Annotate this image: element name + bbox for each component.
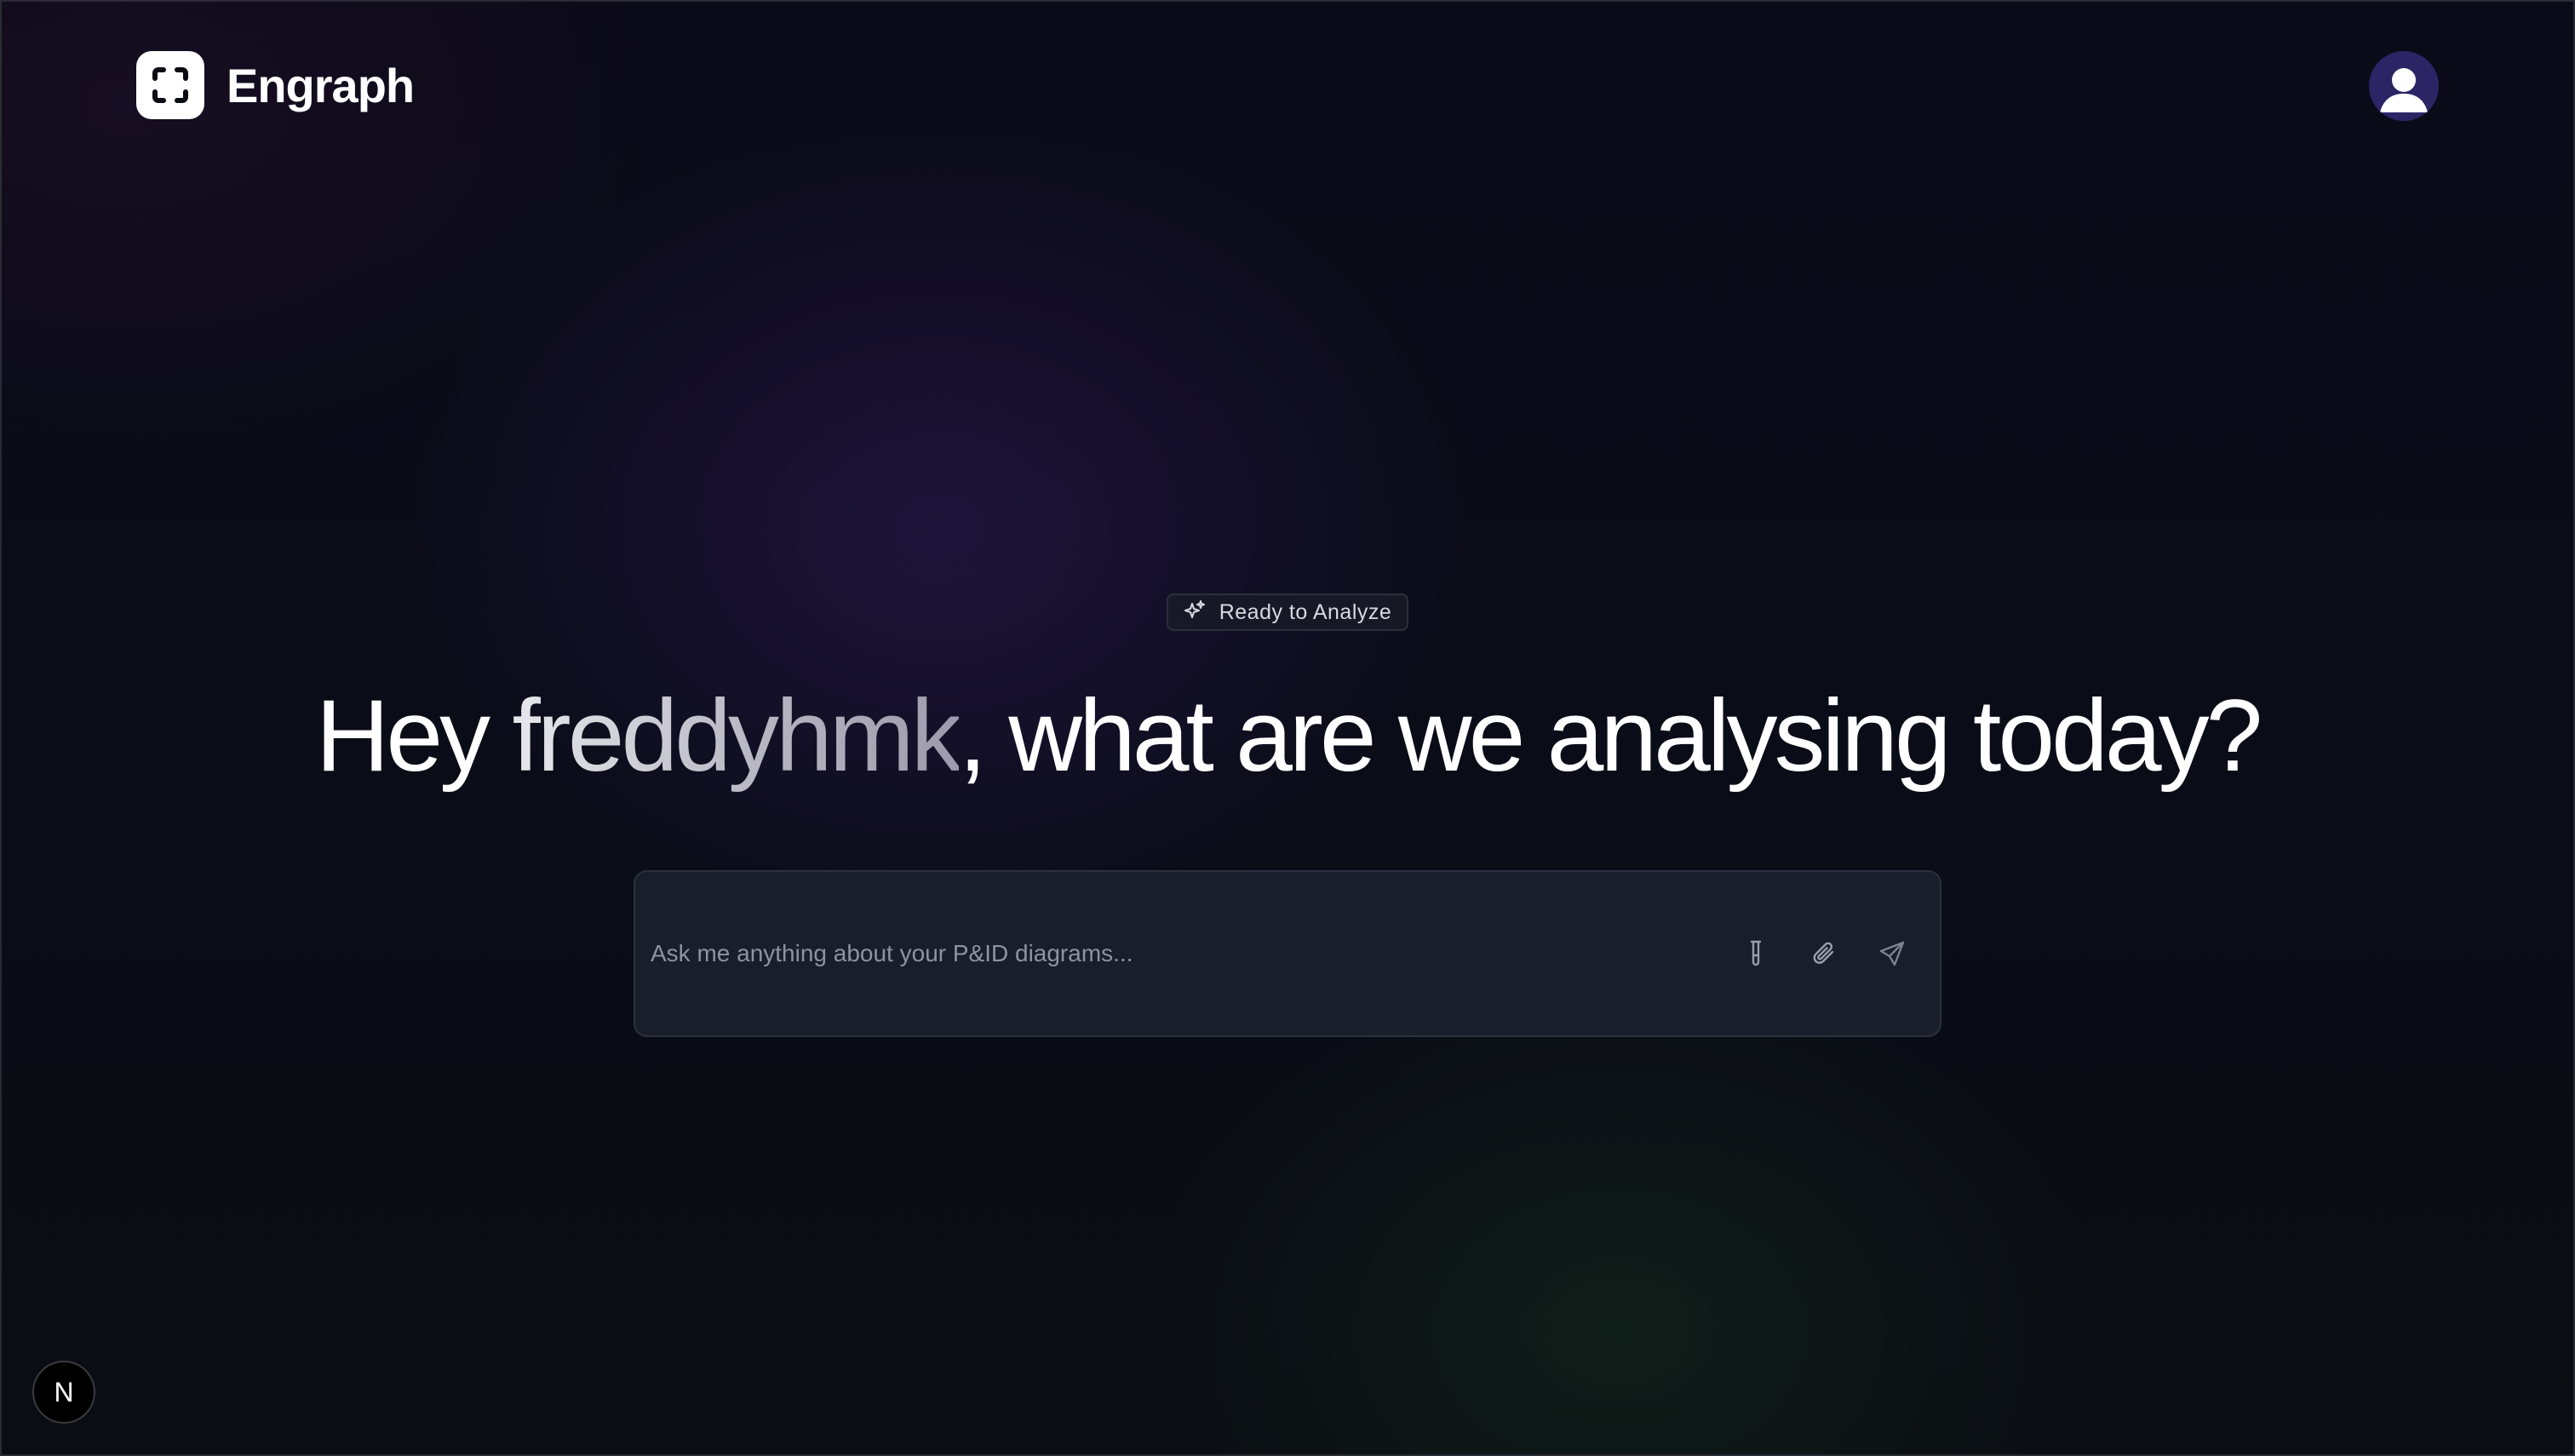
test-tube-button[interactable] bbox=[1722, 920, 1790, 988]
greeting-prefix: Hey bbox=[315, 679, 513, 793]
brand-logo[interactable]: Engraph bbox=[136, 51, 415, 119]
send-button[interactable] bbox=[1858, 920, 1926, 988]
scan-frame-icon bbox=[136, 51, 204, 119]
send-icon bbox=[1879, 941, 1905, 966]
status-badge-label: Ready to Analyze bbox=[1219, 599, 1392, 624]
test-tube-icon bbox=[1750, 940, 1762, 966]
paperclip-icon bbox=[1813, 942, 1834, 964]
chat-input[interactable] bbox=[649, 927, 1722, 980]
chat-composer bbox=[634, 870, 1941, 1037]
brand-name: Engraph bbox=[227, 58, 415, 112]
user-avatar-icon bbox=[2380, 68, 2428, 112]
greeting-suffix: , what are we analysing today? bbox=[958, 679, 2263, 793]
sparkles-icon bbox=[1184, 599, 1206, 626]
dev-tools-badge[interactable]: N bbox=[32, 1361, 95, 1424]
user-avatar-button[interactable] bbox=[2369, 51, 2439, 121]
status-badge: Ready to Analyze bbox=[1167, 593, 1408, 631]
dev-tools-badge-label: N bbox=[54, 1376, 74, 1407]
attach-file-button[interactable] bbox=[1790, 920, 1858, 988]
greeting-heading: Hey freddyhmk, what are we analysing tod… bbox=[0, 677, 2575, 794]
greeting-username: freddyhmk bbox=[512, 679, 961, 793]
